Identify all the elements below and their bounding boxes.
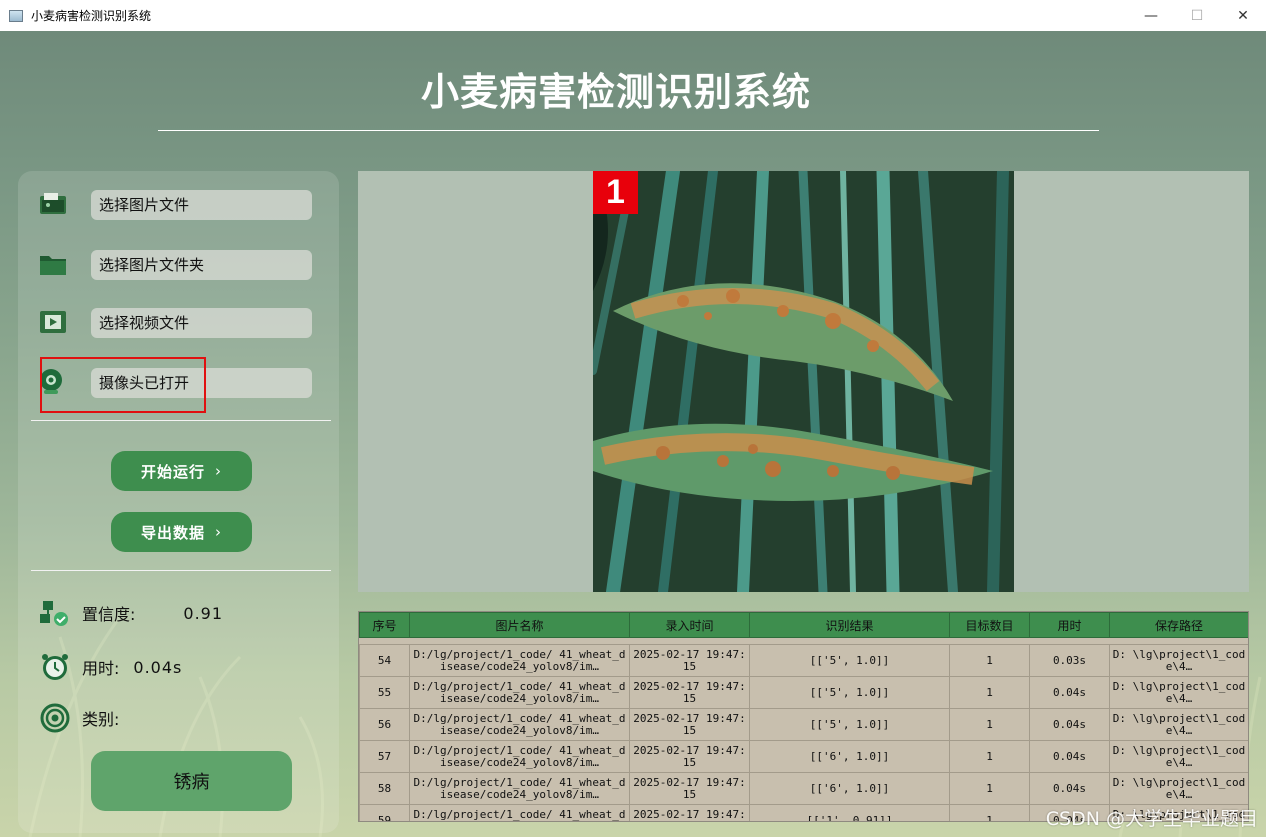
chevron-right-icon: › <box>215 523 222 541</box>
cell-image-name: D:/lg/project/1_code/ 41_wheat_disease/c… <box>409 708 630 741</box>
class-label: 类别: <box>82 710 120 729</box>
column-header-image-name[interactable]: 图片名称 <box>409 612 630 638</box>
app-icon <box>9 9 23 22</box>
cell-entry-time: 2025-02-17 19:47:15 <box>629 708 750 741</box>
cell-id: 55 <box>359 676 410 709</box>
time-value: 0.04s <box>133 657 183 677</box>
cell-time-used: 0.03s <box>1029 644 1110 677</box>
confidence-value: 0.91 <box>183 603 224 623</box>
title-divider <box>158 130 1099 131</box>
cell-id: 54 <box>359 644 410 677</box>
video-file-icon <box>40 311 66 333</box>
cell-entry-time: 2025-02-17 19:47:15 <box>629 644 750 677</box>
folder-icon <box>40 256 66 275</box>
cell-result: [['6', 1.0]] <box>749 772 950 805</box>
start-run-button[interactable]: 开始运行 › <box>111 451 252 491</box>
cell-image-name: D:/lg/project/1_code/ 41_wheat_disease/c… <box>409 804 630 821</box>
nav-row-image-file: 选择图片文件 <box>18 188 318 222</box>
cell-result: [['6', 1.0]] <box>749 740 950 773</box>
close-button[interactable]: ✕ <box>1220 0 1266 31</box>
cell-image-name: D:/lg/project/1_code/ 41_wheat_disease/c… <box>409 740 630 773</box>
column-header-result[interactable]: 识别结果 <box>749 612 950 638</box>
cell-target-count: 1 <box>949 772 1030 805</box>
window-title: 小麦病害检测识别系统 <box>31 9 152 23</box>
cell-save-path: D: \lg\project\1_code\4… <box>1109 644 1248 677</box>
target-icon <box>40 703 70 733</box>
table-row[interactable]: 54 D:/lg/project/1_code/ 41_wheat_diseas… <box>359 644 1248 677</box>
select-image-file-button[interactable]: 选择图片文件 <box>91 190 312 220</box>
export-data-button[interactable]: 导出数据 › <box>111 512 252 552</box>
cell-image-name: D:/lg/project/1_code/ 41_wheat_disease/c… <box>409 772 630 805</box>
chevron-right-icon: › <box>215 462 222 480</box>
cell-target-count: 1 <box>949 804 1030 821</box>
column-header-time-used[interactable]: 用时 <box>1029 612 1110 638</box>
column-header-target-count[interactable]: 目标数目 <box>949 612 1030 638</box>
window-controls: — ☐ ✕ <box>1128 0 1266 31</box>
image-file-icon <box>40 193 66 214</box>
nav-row-image-folder: 选择图片文件夹 <box>18 248 318 282</box>
image-display: 1 <box>358 171 1249 592</box>
minimize-button[interactable]: — <box>1128 0 1174 31</box>
camera-highlight-box <box>40 357 206 413</box>
cell-time-used: 0.04s <box>1029 676 1110 709</box>
window-titlebar[interactable]: 小麦病害检测识别系统 — ☐ ✕ <box>0 0 1266 32</box>
results-table[interactable]: 序号 图片名称 录入时间 识别结果 目标数目 用时 保存路径 54 D:/lg/… <box>358 611 1249 822</box>
cell-result: [['1', 0.91]] <box>749 804 950 821</box>
cell-target-count: 1 <box>949 740 1030 773</box>
cell-entry-time: 2025-02-17 19:47:15 <box>629 676 750 709</box>
cell-image-name: D:/lg/project/1_code/ 41_wheat_disease/c… <box>409 644 630 677</box>
wheat-leaf-image <box>593 171 1014 592</box>
time-stat: 用时: 0.04s <box>40 650 182 684</box>
cell-result: [['5', 1.0]] <box>749 644 950 677</box>
cell-result: [['5', 1.0]] <box>749 676 950 709</box>
alarm-clock-icon <box>42 654 68 680</box>
detection-badge: 1 <box>593 171 638 214</box>
cell-time-used: 0.04s <box>1029 772 1110 805</box>
cell-id: 57 <box>359 740 410 773</box>
column-header-id[interactable]: 序号 <box>359 612 410 638</box>
cell-result: [['5', 1.0]] <box>749 708 950 741</box>
cell-time-used: 0.04s <box>1029 740 1110 773</box>
cell-target-count: 1 <box>949 644 1030 677</box>
cell-target-count: 1 <box>949 708 1030 741</box>
cell-entry-time: 2025-02-17 19:47:15 <box>629 772 750 805</box>
table-row[interactable]: 58 D:/lg/project/1_code/ 41_wheat_diseas… <box>359 772 1248 805</box>
sidebar-divider <box>31 420 331 421</box>
cell-save-path: D: \lg\project\1_code\4… <box>1109 772 1248 805</box>
table-header-row: 序号 图片名称 录入时间 识别结果 目标数目 用时 保存路径 <box>359 612 1248 638</box>
cell-save-path: D: \lg\project\1_code\4… <box>1109 708 1248 741</box>
cell-save-path: D: \lg\project\1_code\4… <box>1109 740 1248 773</box>
start-run-label: 开始运行 <box>140 462 205 481</box>
cell-time-used: 0.04s <box>1029 708 1110 741</box>
column-header-entry-time[interactable]: 录入时间 <box>629 612 750 638</box>
cell-target-count: 1 <box>949 676 1030 709</box>
table-row[interactable]: 57 D:/lg/project/1_code/ 41_wheat_diseas… <box>359 740 1248 773</box>
maximize-button[interactable]: ☐ <box>1174 0 1220 31</box>
class-stat: 类别: <box>40 701 119 735</box>
confidence-label: 置信度: <box>82 605 136 624</box>
detected-image: 1 <box>593 171 1014 592</box>
select-image-folder-button[interactable]: 选择图片文件夹 <box>91 250 312 280</box>
cell-id: 59 <box>359 804 410 821</box>
class-result-box: 锈病 <box>91 751 292 811</box>
confidence-stat: 置信度: 0.91 <box>40 596 223 630</box>
table-row[interactable]: 56 D:/lg/project/1_code/ 41_wheat_diseas… <box>359 708 1248 741</box>
cell-entry-time: 2025-02-17 19:47:15 <box>629 740 750 773</box>
table-row[interactable]: 55 D:/lg/project/1_code/ 41_wheat_diseas… <box>359 676 1248 709</box>
csdn-watermark: CSDN @大学生毕业题目 <box>1045 808 1258 830</box>
nav-row-video-file: 选择视频文件 <box>18 306 318 340</box>
confidence-icon <box>40 601 68 626</box>
app-client-area: 小麦病害检测识别系统 选择图片文件 选择图片文件夹 选择视频文件 摄像头已打开 … <box>0 31 1266 837</box>
column-header-save-path[interactable]: 保存路径 <box>1109 612 1248 638</box>
cell-id: 58 <box>359 772 410 805</box>
cell-entry-time: 2025-02-17 19:47:15 <box>629 804 750 821</box>
select-video-file-button[interactable]: 选择视频文件 <box>91 308 312 338</box>
cell-image-name: D:/lg/project/1_code/ 41_wheat_disease/c… <box>409 676 630 709</box>
sidebar-divider <box>31 570 331 571</box>
cell-id: 56 <box>359 708 410 741</box>
time-label: 用时: <box>82 659 120 678</box>
page-title: 小麦病害检测识别系统 <box>420 70 811 114</box>
export-data-label: 导出数据 <box>140 523 205 542</box>
cell-save-path: D: \lg\project\1_code\4… <box>1109 676 1248 709</box>
